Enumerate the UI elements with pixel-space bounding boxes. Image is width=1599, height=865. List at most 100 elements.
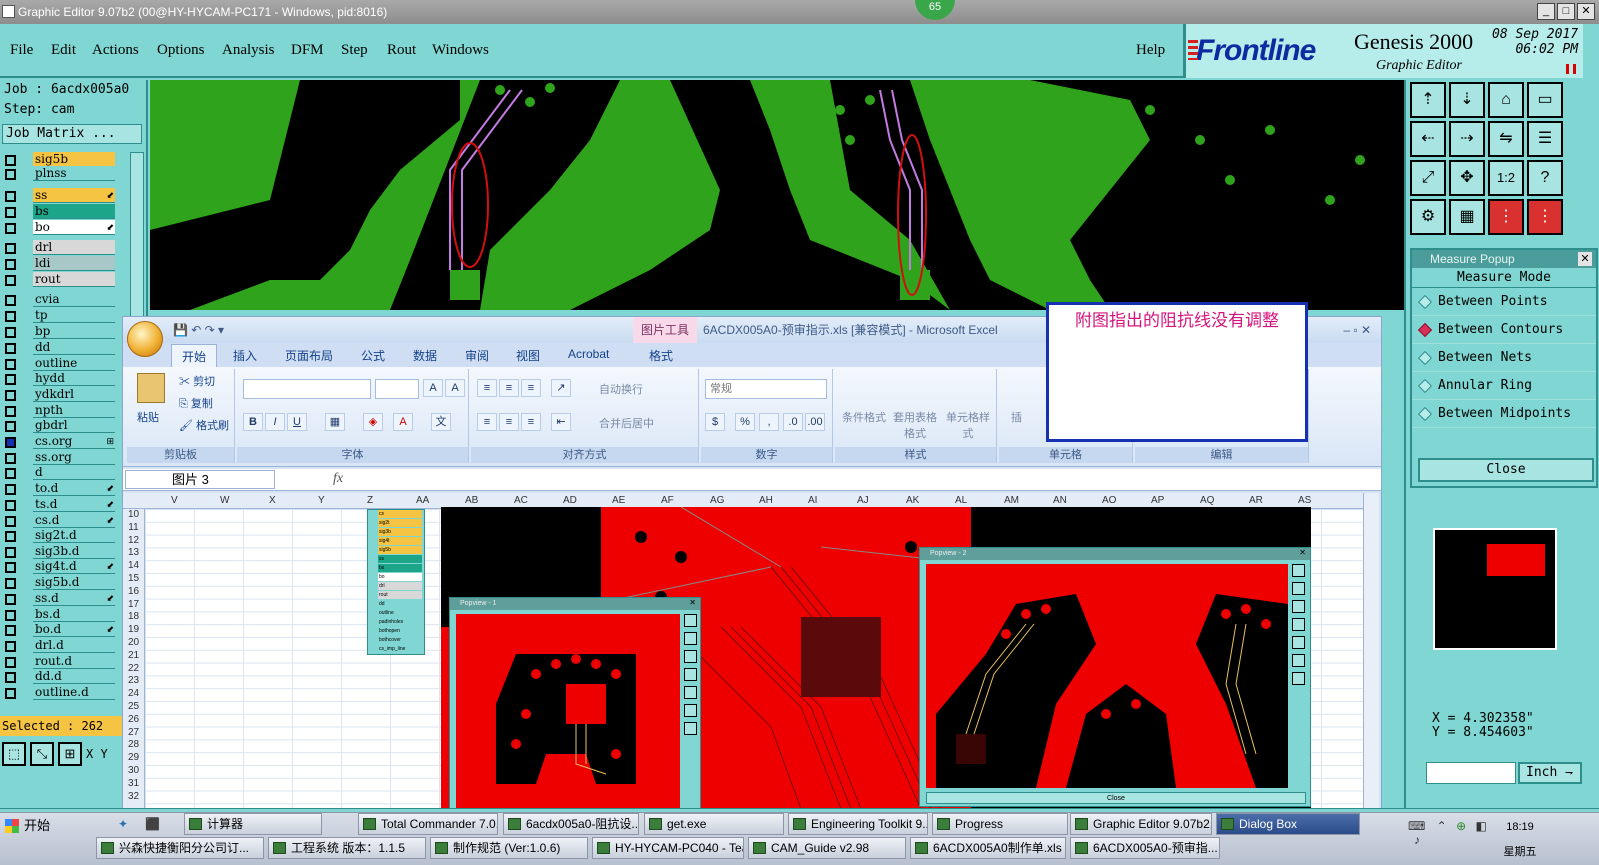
phonetic-button[interactable]: 文	[431, 413, 451, 431]
layer-row[interactable]: drl.d	[0, 638, 130, 654]
column-header[interactable]: AA	[416, 495, 429, 506]
column-header[interactable]: AC	[514, 495, 528, 506]
layer-checkbox[interactable]	[5, 374, 16, 385]
column-header[interactable]: AN	[1053, 495, 1067, 506]
layer-name[interactable]: ldi	[33, 256, 115, 271]
row-header[interactable]: 20	[123, 637, 144, 650]
layer-checkbox[interactable]	[5, 531, 16, 542]
layer-checkbox[interactable]	[5, 327, 16, 338]
column-header[interactable]: AH	[759, 495, 773, 506]
popview-tool-icon[interactable]	[1292, 636, 1305, 649]
menu-windows[interactable]: Windows	[432, 42, 489, 59]
tab-insert[interactable]: 插入	[233, 347, 257, 364]
layer-name[interactable]: rout.d	[33, 654, 115, 669]
indent-button[interactable]: ⇤	[551, 413, 571, 431]
taskbar-button[interactable]: 6ACDX005A0-预审指...	[1070, 837, 1220, 859]
layer-checkbox[interactable]	[5, 500, 16, 511]
measure-option-points[interactable]: Between Points	[1412, 288, 1596, 316]
layer-name[interactable]: ss.d	[33, 591, 115, 606]
row-header[interactable]: 27	[123, 727, 144, 740]
unit-input[interactable]	[1426, 762, 1516, 784]
popview-tool-icon[interactable]	[1292, 600, 1305, 613]
column-header[interactable]: AP	[1151, 495, 1164, 506]
layer-row[interactable]: rout	[0, 272, 130, 288]
layer-name[interactable]: sig2t.d	[33, 528, 115, 543]
layer-name[interactable]: d	[33, 465, 115, 480]
layer-name[interactable]: ss.org	[33, 450, 115, 465]
measure-option-contours[interactable]: Between Contours	[1412, 316, 1596, 344]
layer-row[interactable]: sig3b.d	[0, 544, 130, 560]
menu-rout[interactable]: Rout	[387, 42, 416, 59]
layer-row[interactable]: ss.d ⬋	[0, 591, 130, 607]
font-color-button[interactable]: A	[393, 413, 413, 431]
row-header[interactable]: 26	[123, 714, 144, 727]
layer-row[interactable]: dd	[0, 340, 130, 356]
column-header[interactable]: AJ	[857, 495, 869, 506]
layer-checkbox[interactable]	[5, 516, 16, 527]
layer-name[interactable]: bp	[33, 324, 115, 339]
layer-name[interactable]: drl.d	[33, 638, 115, 653]
merge-center-button[interactable]: 合并后居中	[599, 415, 654, 431]
layer-name[interactable]: plnss	[33, 166, 115, 181]
layer-name[interactable]: tp	[33, 308, 115, 323]
layer-name[interactable]: to.d	[33, 481, 115, 496]
layer-checkbox[interactable]	[5, 547, 16, 558]
increase-decimal-button[interactable]: .0	[783, 413, 803, 431]
layer-name[interactable]: cs.org	[33, 434, 115, 449]
layer-name[interactable]: bo.d	[33, 622, 115, 637]
align-middle-button[interactable]: ≡	[499, 379, 519, 397]
layer-checkbox[interactable]	[5, 421, 16, 432]
layer-checkbox[interactable]	[5, 295, 16, 306]
column-header[interactable]: AG	[710, 495, 724, 506]
layer-row[interactable]: ss.org	[0, 450, 130, 466]
layer-row[interactable]: to.d ⬋	[0, 481, 130, 497]
align-top-button[interactable]: ≡	[477, 379, 497, 397]
zoom-area-tool[interactable]: ⬚	[2, 742, 26, 766]
layer-name[interactable]: sig5b	[33, 152, 115, 167]
tray-volume-icon[interactable]: ♪	[1414, 833, 1420, 847]
menu-edit[interactable]: Edit	[51, 42, 76, 59]
layer-row[interactable]: dd.d	[0, 669, 130, 685]
align-left-button[interactable]: ≡	[477, 413, 497, 431]
row-header[interactable]: 12	[123, 535, 144, 548]
layer-row[interactable]: cs.org ⊞	[0, 434, 130, 450]
menu-analysis[interactable]: Analysis	[222, 42, 275, 59]
column-header[interactable]: AS	[1298, 495, 1311, 506]
help-tool[interactable]: ?	[1527, 160, 1563, 196]
column-header[interactable]: AK	[906, 495, 919, 506]
layer-checkbox[interactable]	[5, 453, 16, 464]
menu-options[interactable]: Options	[157, 42, 205, 59]
align-center-button[interactable]: ≡	[499, 413, 519, 431]
layer-name[interactable]: drl	[33, 240, 115, 255]
layer-row[interactable]: bp	[0, 324, 130, 340]
layer-row[interactable]: gbdrl	[0, 418, 130, 434]
tab-acrobat[interactable]: Acrobat	[568, 347, 609, 361]
menu-dfm[interactable]: DFM	[291, 42, 324, 59]
menu-actions[interactable]: Actions	[92, 42, 139, 59]
layer-row[interactable]: drl	[0, 240, 130, 256]
layer-checkbox[interactable]	[5, 155, 16, 166]
row-header[interactable]: 22	[123, 663, 144, 676]
measure-option-nets[interactable]: Between Nets	[1412, 344, 1596, 372]
measure-close-icon[interactable]: ✕	[1578, 252, 1592, 266]
layer-name[interactable]: hydd	[33, 371, 115, 386]
number-format-select[interactable]: 常规	[705, 379, 827, 399]
snap-tool[interactable]: ⚙	[1410, 199, 1446, 235]
layer-name[interactable]: rout	[33, 272, 115, 287]
underline-button[interactable]: U	[287, 413, 307, 431]
tab-review[interactable]: 审阅	[465, 347, 489, 364]
conditional-format-button[interactable]: 条件格式	[841, 409, 887, 425]
excel-vertical-scrollbar[interactable]	[1363, 493, 1379, 809]
popview-tool-icon[interactable]	[684, 650, 697, 663]
column-header[interactable]: V	[171, 495, 178, 506]
paste-icon[interactable]	[137, 373, 165, 403]
layer-checkbox[interactable]	[5, 243, 16, 254]
filter-tool[interactable]: ⋮	[1488, 199, 1524, 235]
layer-row[interactable]: plnss	[0, 166, 130, 182]
taskbar-button[interactable]: Graphic Editor 9.07b2...	[1070, 813, 1212, 835]
taskbar-button[interactable]: Dialog Box	[1216, 813, 1360, 835]
layer-name[interactable]: sig3b.d	[33, 544, 115, 559]
home-tool[interactable]: ⌂	[1488, 82, 1524, 118]
row-header[interactable]: 29	[123, 752, 144, 765]
popview-tool-icon[interactable]	[684, 632, 697, 645]
